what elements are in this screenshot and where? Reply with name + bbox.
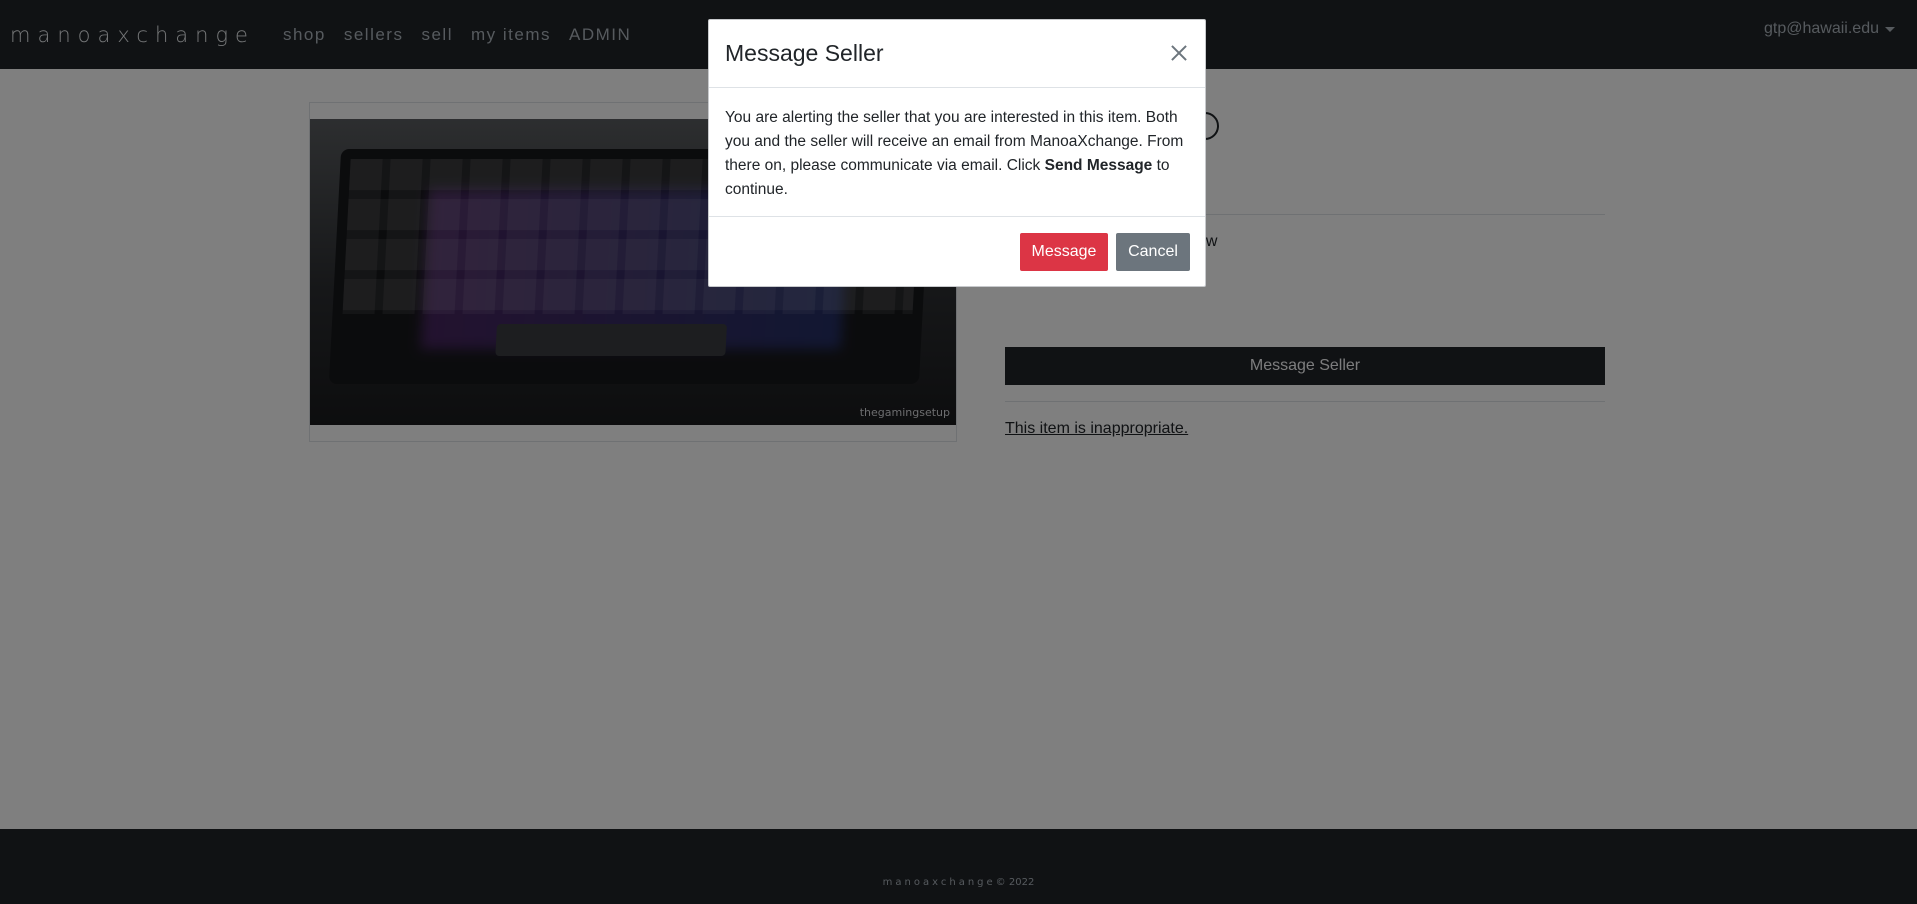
modal-body-bold: Send Message [1044,157,1153,174]
message-seller-modal: Message Seller You are alerting the sell… [708,19,1206,287]
modal-footer: Message Cancel [709,216,1205,288]
modal-body: You are alerting the seller that you are… [725,106,1195,202]
modal-title: Message Seller [725,40,884,66]
modal-header: Message Seller [709,20,1205,88]
close-icon[interactable] [1163,38,1193,68]
cancel-button[interactable]: Cancel [1116,233,1190,271]
message-button[interactable]: Message [1020,233,1108,271]
